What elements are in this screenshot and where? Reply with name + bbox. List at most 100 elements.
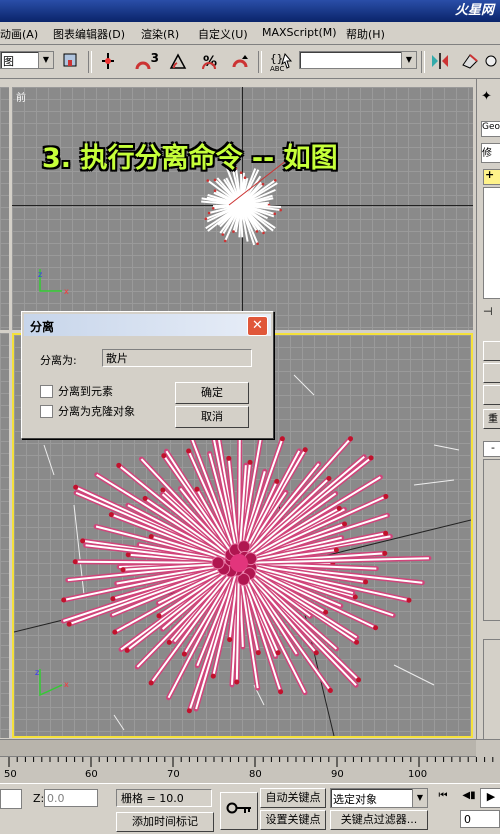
spike-tip: [61, 597, 66, 602]
play-icon[interactable]: ▶: [480, 788, 500, 808]
z-label: Z:: [33, 792, 44, 805]
overflow-icon[interactable]: [482, 51, 500, 73]
go-to-start-icon[interactable]: ⏮: [436, 790, 450, 804]
spike-tip: [126, 552, 131, 557]
view-combo[interactable]: 图 ▼: [0, 51, 54, 69]
pin-icon[interactable]: ✦: [481, 89, 492, 104]
main-toolbar: 图 ▼ 3 % {}ABC ▼: [0, 45, 500, 79]
auto-key-button[interactable]: 自动关键点: [260, 788, 326, 808]
menu-item-maxscript[interactable]: MAXScript(M): [262, 26, 337, 39]
menu-item-rendering[interactable]: 渲染(R): [141, 26, 179, 42]
detach-name-input[interactable]: 散片: [102, 349, 252, 367]
spike-tip: [348, 436, 353, 441]
stray-edge: [44, 445, 54, 475]
stray-edge: [114, 715, 124, 730]
time-slider-track[interactable]: [0, 740, 476, 757]
pin-stack-icon[interactable]: ⊣: [483, 305, 493, 318]
viewport-front[interactable]: 前 z x: [12, 87, 473, 330]
spike-tip: [382, 551, 387, 556]
status-bar: Z: 0.0 栅格 = 10.0 添加时间标记 自动关键点 设置关键点 选定对象…: [0, 783, 500, 834]
spike-tip: [116, 463, 121, 468]
command-panel: ✦ Geo 修 + ⊣ 重 - 隐: [476, 79, 500, 829]
menu-item-customize[interactable]: 自定义(U): [198, 26, 248, 42]
spike-tip: [232, 230, 235, 233]
axis-gizmo-icon: z x: [36, 267, 76, 297]
spike-tip: [314, 650, 319, 655]
spike-tip: [186, 449, 191, 454]
stray-edge: [434, 445, 459, 450]
x-coordinate-field[interactable]: [0, 789, 22, 809]
menu-bar: 动画(A) 图表编辑器(D) 渲染(R) 自定义(U) MAXScript(M)…: [0, 22, 500, 45]
add-time-tag-button[interactable]: 添加时间标记: [116, 812, 214, 832]
menu-item-help[interactable]: 帮助(H): [346, 26, 385, 42]
spike-tip: [256, 242, 259, 245]
rollout-button[interactable]: [483, 385, 500, 405]
timeline[interactable]: 50 60 70 80 90 100: [0, 739, 500, 784]
prev-frame-icon[interactable]: ◀▮: [462, 790, 476, 804]
edit-named-selection-icon[interactable]: {}ABC: [268, 51, 296, 73]
modifier-stack-list[interactable]: [483, 187, 500, 299]
percent-snap-icon[interactable]: %: [198, 51, 222, 73]
object-name-field[interactable]: Geo: [481, 121, 500, 137]
detach-as-clone-label[interactable]: 分离为克隆对象: [58, 403, 135, 419]
spike-tip: [279, 209, 282, 212]
modifier-stack-item[interactable]: +: [483, 169, 500, 185]
close-icon[interactable]: ✕: [247, 316, 268, 336]
key-icon[interactable]: [220, 792, 258, 830]
svg-text:ABC: ABC: [270, 65, 284, 73]
spike-tip: [211, 674, 216, 679]
current-frame-field[interactable]: 0: [460, 810, 500, 828]
mirror-icon[interactable]: [428, 51, 452, 73]
detach-to-element-label[interactable]: 分离到元素: [58, 383, 113, 399]
rollout-panel: [483, 459, 500, 621]
spike-tip: [383, 531, 388, 536]
rollout-button[interactable]: 重: [483, 409, 500, 429]
expand-icon[interactable]: +: [485, 168, 494, 181]
spike-tip: [248, 460, 253, 465]
spike-tip: [125, 648, 130, 653]
spike-tip: [67, 622, 72, 627]
dialog-title: 分离: [30, 318, 54, 335]
key-filters-button[interactable]: 关键点过滤器...: [330, 810, 428, 830]
svg-text:x: x: [64, 287, 69, 296]
modify-tab[interactable]: 修: [481, 143, 500, 163]
viewport-top-left[interactable]: [0, 87, 9, 330]
tutorial-caption: 3. 执行分离命令 -- 如图: [42, 136, 338, 175]
rollout-button[interactable]: [483, 341, 500, 361]
align-icon[interactable]: [458, 51, 482, 73]
angle-snap-icon[interactable]: [166, 51, 190, 73]
spike-tip: [356, 677, 361, 682]
rollout-button[interactable]: [483, 363, 500, 383]
spike-tip: [208, 212, 211, 215]
view-combo-value: 图: [3, 53, 14, 69]
select-pivot-icon[interactable]: [58, 51, 82, 73]
stray-edge: [294, 375, 314, 395]
chevron-down-icon: ▼: [412, 789, 427, 807]
manipulate-icon[interactable]: [96, 51, 120, 73]
menu-item-graph-editors[interactable]: 图表编辑器(D): [53, 26, 125, 42]
menu-item-animation[interactable]: 动画(A): [0, 26, 38, 42]
snap-toggle-icon[interactable]: 3: [131, 51, 161, 73]
collapse-rollout-button[interactable]: -: [483, 441, 500, 457]
rollout-panel: [483, 639, 500, 751]
spinner-snap-icon[interactable]: [228, 51, 252, 73]
detach-to-element-checkbox[interactable]: [40, 385, 53, 398]
cancel-button[interactable]: 取消: [175, 406, 249, 428]
toolbar-separator: [88, 51, 92, 73]
dialog-title-bar[interactable]: 分离 ✕: [24, 314, 271, 336]
selected-objects-combo[interactable]: 选定对象 ▼: [330, 788, 428, 808]
viewport-bottom-left[interactable]: [0, 333, 9, 738]
detach-dialog: 分离 ✕ 分离为: 散片 分离到元素 分离为克隆对象 确定 取消: [21, 311, 274, 439]
z-coordinate-field[interactable]: 0.0: [44, 789, 98, 807]
toolbar-separator: [258, 51, 262, 73]
detach-as-clone-checkbox[interactable]: [40, 405, 53, 418]
spike-tip: [262, 232, 265, 235]
ok-button[interactable]: 确定: [175, 382, 249, 404]
urchin-front-view: [12, 87, 473, 330]
spike-tip: [373, 625, 378, 630]
spike-tip: [167, 640, 172, 645]
spike-tip: [326, 476, 331, 481]
named-selection-sets-combo[interactable]: ▼: [299, 51, 417, 69]
svg-text:z: z: [35, 668, 39, 677]
set-key-button[interactable]: 设置关键点: [260, 810, 326, 830]
